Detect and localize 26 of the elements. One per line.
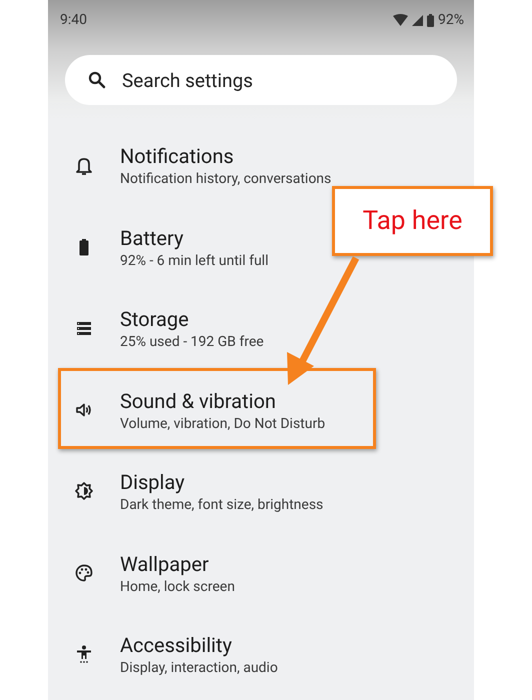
search-icon xyxy=(88,71,106,89)
status-time: 9:40 xyxy=(60,12,87,28)
item-subtitle: Dark theme, font size, brightness xyxy=(120,497,324,514)
item-subtitle: Notification history, conversations xyxy=(120,171,332,188)
search-field[interactable]: Search settings xyxy=(65,55,457,105)
item-title: Sound & vibration xyxy=(120,388,277,413)
brightness-icon xyxy=(75,482,93,502)
item-title: Accessibility xyxy=(120,633,233,658)
item-subtitle: Home, lock screen xyxy=(120,578,235,595)
item-subtitle: Volume, vibration, Do Not Disturb xyxy=(120,416,326,432)
wifi-icon xyxy=(393,14,408,26)
signal-icon xyxy=(412,14,423,26)
item-title: Display xyxy=(120,470,186,494)
item-title: Battery xyxy=(120,226,184,250)
item-subtitle: 92% - 6 min left until full xyxy=(120,252,268,269)
battery-icon xyxy=(427,14,434,26)
item-title: Storage xyxy=(120,307,190,332)
item-title: Notifications xyxy=(120,144,235,168)
item-subtitle: 25% used - 192 GB free xyxy=(120,334,264,350)
item-title: Wallpaper xyxy=(120,552,210,576)
palette-icon xyxy=(75,564,93,583)
battery-percentage: 92% xyxy=(438,12,464,28)
accessibility-icon xyxy=(75,645,93,664)
callout-box: Tap here xyxy=(332,186,493,256)
bell-icon xyxy=(75,156,93,176)
item-subtitle: Display, interaction, audio xyxy=(120,660,278,676)
